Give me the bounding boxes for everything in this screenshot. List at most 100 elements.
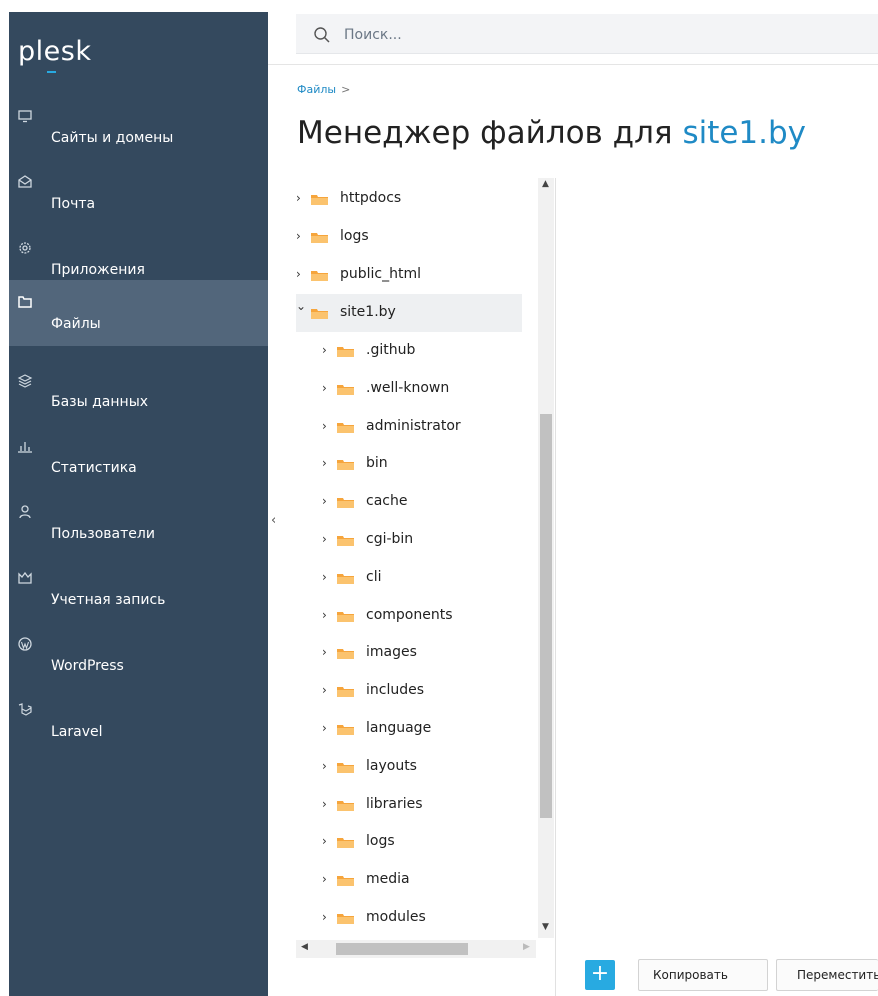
sidebar-item-wordpress[interactable]: WordPress	[9, 622, 268, 688]
chevron-right-icon[interactable]: ›	[296, 230, 306, 242]
sidebar-item-files[interactable]: Файлы	[9, 280, 268, 346]
folder-icon	[337, 536, 354, 546]
sidebar-item-label: Статистика	[51, 460, 137, 476]
sidebar-item-label: Файлы	[51, 316, 101, 332]
scrollbar-thumb[interactable]	[336, 943, 468, 955]
page-title-prefix: Менеджер файлов для	[297, 115, 683, 151]
tree-row[interactable]: › administrator	[296, 408, 522, 446]
chevron-right-icon[interactable]: ›	[322, 495, 332, 507]
chevron-right-icon[interactable]: ›	[322, 835, 332, 847]
chevron-right-icon[interactable]: ›	[322, 457, 332, 469]
tree-row-label: cgi-bin	[366, 531, 414, 547]
tree-row[interactable]: › bin	[296, 445, 522, 483]
tree-row[interactable]: › logs	[296, 823, 522, 861]
chevron-right-icon[interactable]: ›	[322, 722, 332, 734]
logo-underline	[47, 71, 56, 73]
sidebar-item-laravel[interactable]: Laravel	[9, 688, 268, 754]
chevron-right-icon[interactable]: ›	[322, 911, 332, 923]
monitor-icon	[18, 110, 32, 123]
tree-row-label: .github	[366, 342, 416, 358]
tree-row-label: bin	[366, 455, 388, 472]
scroll-right-arrow-icon[interactable]: ▶	[523, 942, 530, 952]
tree-row-label: cache	[366, 493, 408, 510]
folder-icon	[337, 649, 354, 660]
page-title-domain-link[interactable]: site1.by	[682, 115, 806, 151]
tree-row-label: includes	[366, 682, 425, 699]
scroll-down-arrow-icon[interactable]: ▼	[542, 922, 549, 932]
tree-row[interactable]: › .github	[296, 332, 522, 370]
sidebar-item-mail[interactable]: Почта	[9, 160, 268, 226]
tree-row-label: administrator	[366, 417, 461, 434]
folder-icon	[311, 233, 328, 243]
chevron-right-icon[interactable]: ›	[322, 420, 332, 432]
scroll-up-arrow-icon[interactable]: ▲	[542, 179, 549, 189]
folder-icon	[337, 498, 354, 509]
folder-icon	[337, 800, 354, 811]
search-input[interactable]	[344, 23, 744, 47]
folder-icon	[337, 876, 354, 887]
chevron-right-icon[interactable]: ›	[322, 798, 332, 810]
tree-vertical-scrollbar[interactable]: ▲ ▼	[538, 178, 554, 938]
folder-icon	[337, 422, 354, 433]
tree-row[interactable]: › media	[296, 861, 522, 899]
scrollbar-thumb[interactable]	[540, 414, 552, 818]
chevron-right-icon[interactable]: ›	[322, 760, 332, 772]
copy-button[interactable]: Копировать	[638, 959, 768, 991]
tree-row[interactable]: ⌄ site1.by	[296, 294, 522, 332]
tree-row[interactable]: › cli	[296, 559, 522, 597]
tree-row[interactable]: › language	[296, 710, 522, 748]
tree-row[interactable]: › modules	[296, 899, 522, 937]
tree-row[interactable]: › cache	[296, 483, 522, 521]
tree-row[interactable]: › public_html	[296, 256, 522, 294]
chevron-right-icon[interactable]: ›	[322, 684, 332, 696]
tree-row[interactable]: › .well-known	[296, 370, 522, 408]
sidebar-item-users[interactable]: Пользователи	[9, 490, 268, 556]
sidebar-item-account[interactable]: Учетная запись	[9, 556, 268, 622]
tree-row[interactable]: › components	[296, 597, 522, 635]
chevron-right-icon[interactable]: ›	[322, 571, 332, 583]
collapse-sidebar-button[interactable]: ‹	[271, 513, 283, 528]
chevron-right-icon[interactable]: ›	[322, 344, 332, 356]
search-icon	[314, 27, 330, 43]
chevron-right-icon[interactable]: ›	[322, 609, 332, 621]
folder-icon	[337, 838, 354, 849]
breadcrumb-link-files[interactable]: Файлы	[297, 83, 336, 96]
chevron-right-icon[interactable]: ›	[322, 533, 332, 545]
tree-row[interactable]: › libraries	[296, 786, 522, 824]
chevron-right-icon[interactable]: ›	[296, 268, 306, 280]
chevron-right-icon[interactable]: ›	[322, 873, 332, 885]
page-title: Менеджер файлов для site1.by	[297, 115, 806, 151]
sidebar-item-label: WordPress	[51, 658, 124, 674]
tree-horizontal-scrollbar[interactable]: ◀ ▶	[296, 940, 536, 958]
folder-icon	[311, 195, 328, 205]
tree-row-label: images	[366, 644, 417, 661]
tree-row[interactable]: › cgi-bin	[296, 521, 522, 559]
add-button[interactable]: +	[585, 960, 615, 990]
chevron-right-icon[interactable]: ›	[296, 192, 306, 204]
gear-icon	[19, 242, 31, 254]
folder-icon	[337, 611, 354, 622]
tree-row[interactable]: › layouts	[296, 748, 522, 786]
header-divider	[268, 64, 878, 65]
sidebar-item-label: Сайты и домены	[51, 130, 174, 146]
move-button[interactable]: Переместить	[776, 959, 878, 991]
chevron-right-icon[interactable]: ›	[322, 646, 332, 658]
breadcrumb-separator: >	[341, 83, 351, 96]
tree-row[interactable]: › images	[296, 634, 522, 672]
sidebar-item-databases[interactable]: Базы данных	[9, 358, 268, 424]
chevron-right-icon[interactable]: ›	[322, 382, 332, 394]
tree-row[interactable]: › includes	[296, 672, 522, 710]
sidebar-item-label: Почта	[51, 196, 96, 212]
tree-row[interactable]: › httpdocs	[296, 180, 522, 218]
scroll-left-arrow-icon[interactable]: ◀	[301, 942, 308, 952]
sidebar-item-label: Laravel	[51, 724, 103, 740]
chevron-down-icon[interactable]: ⌄	[296, 300, 306, 312]
tree-row-label: logs	[340, 228, 369, 244]
sidebar-item-statistics[interactable]: Статистика	[9, 424, 268, 490]
sidebar-item-sites[interactable]: Сайты и домены	[9, 94, 268, 160]
plesk-logo[interactable]: plesk	[18, 36, 91, 67]
tree-row-label: libraries	[366, 795, 423, 812]
tree-row[interactable]: › logs	[296, 218, 522, 256]
tree-row-label: layouts	[366, 757, 417, 774]
folder-icon	[337, 573, 354, 584]
